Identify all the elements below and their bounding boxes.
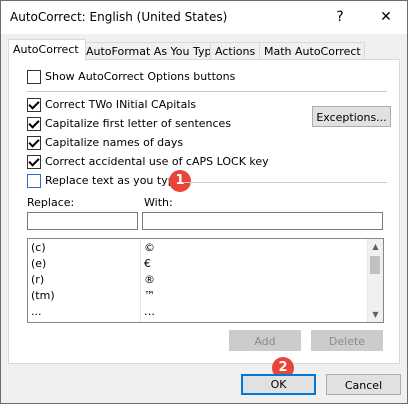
list-item-from: (tm) xyxy=(31,289,55,302)
list-item-to: © xyxy=(144,241,155,254)
replace-text-label: Replace text as you type xyxy=(45,174,182,187)
tab-math-autocorrect[interactable]: Math AutoCorrect xyxy=(259,42,365,60)
autocorrect-dialog: AutoCorrect: English (United States) ? ✕… xyxy=(0,0,408,404)
cancel-button[interactable]: Cancel xyxy=(326,374,401,395)
delete-button[interactable]: Delete xyxy=(311,330,383,351)
list-item-from: (r) xyxy=(31,273,45,286)
tab-autocorrect[interactable]: AutoCorrect xyxy=(8,39,86,61)
exceptions-button[interactable]: Exceptions... xyxy=(312,106,391,127)
help-button[interactable]: ? xyxy=(325,6,355,28)
two-initial-label: Correct TWo INitial CApitals xyxy=(45,98,197,111)
two-initial-checkbox[interactable] xyxy=(27,98,41,112)
show-options-label: Show AutoCorrect Options buttons xyxy=(45,70,236,83)
scroll-down-icon[interactable]: ▼ xyxy=(368,307,383,322)
list-item-to: … xyxy=(144,305,155,318)
ok-button[interactable]: OK xyxy=(241,374,316,395)
scroll-thumb[interactable] xyxy=(370,256,380,274)
list-item[interactable]: (r) ® xyxy=(28,272,366,288)
replace-label: Replace: xyxy=(27,196,75,209)
list-item[interactable]: (tm) ™ xyxy=(28,288,366,304)
autocorrect-panel: Show AutoCorrect Options buttons Correct… xyxy=(8,59,400,379)
separator xyxy=(27,91,387,92)
replace-input[interactable] xyxy=(27,212,138,230)
with-input[interactable] xyxy=(142,212,383,230)
tab-actions[interactable]: Actions xyxy=(210,42,263,60)
caps-lock-label: Correct accidental use of cAPS LOCK key xyxy=(45,155,269,168)
list-item-from: ... xyxy=(31,305,42,318)
list-item-from: (e) xyxy=(31,257,47,270)
list-item-to: ® xyxy=(144,273,155,286)
tab-autoformat-as-you-type[interactable]: AutoFormat As You Type xyxy=(81,42,218,60)
with-label: With: xyxy=(144,196,173,209)
list-item-from: (c) xyxy=(31,241,46,254)
callout-1: 1 xyxy=(169,170,191,192)
list-item-to: ™ xyxy=(144,289,155,302)
show-options-checkbox[interactable] xyxy=(27,70,41,84)
window-title: AutoCorrect: English (United States) xyxy=(10,10,228,24)
days-checkbox[interactable] xyxy=(27,136,41,150)
replace-text-checkbox[interactable] xyxy=(27,174,41,188)
add-button[interactable]: Add xyxy=(229,330,301,351)
first-letter-label: Capitalize first letter of sentences xyxy=(45,117,232,130)
list-item[interactable]: ... … xyxy=(28,304,366,320)
close-button[interactable]: ✕ xyxy=(371,6,401,28)
list-item-to: € xyxy=(144,257,151,270)
replacement-list[interactable]: (c) © (e) € (r) ® (tm) ™ ... … ▲ ▼ xyxy=(27,238,384,323)
caps-lock-checkbox[interactable] xyxy=(27,155,41,169)
list-scrollbar[interactable]: ▲ ▼ xyxy=(367,239,383,322)
first-letter-checkbox[interactable] xyxy=(27,117,41,131)
scroll-up-icon[interactable]: ▲ xyxy=(368,239,383,254)
separator xyxy=(184,182,387,183)
title-bar: AutoCorrect: English (United States) ? ✕ xyxy=(1,1,407,34)
list-item[interactable]: (e) € xyxy=(28,256,366,272)
list-item[interactable]: (c) © xyxy=(28,240,366,256)
days-label: Capitalize names of days xyxy=(45,136,184,149)
